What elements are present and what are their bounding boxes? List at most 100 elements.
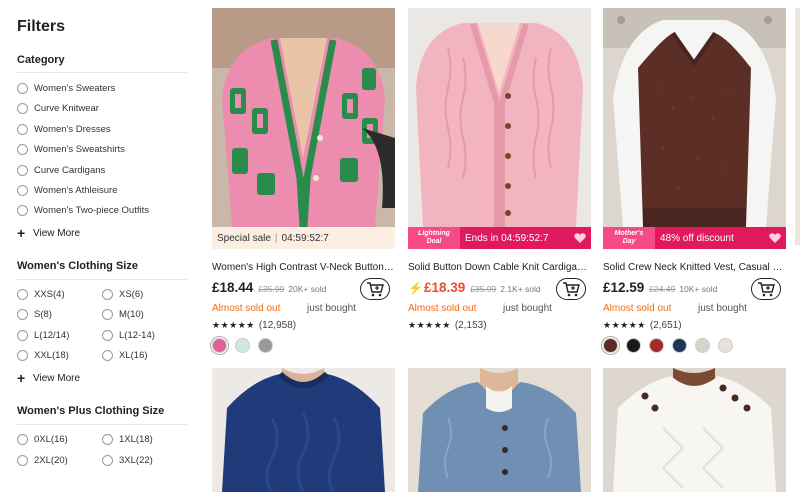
add-to-cart-button[interactable]: [360, 278, 390, 300]
product-image[interactable]: [603, 368, 786, 492]
category-option[interactable]: Women's Sweatshirts: [17, 142, 125, 156]
color-swatch[interactable]: [235, 338, 250, 353]
category-view-more[interactable]: + View More: [17, 226, 80, 240]
review-count: (2,153): [454, 320, 487, 331]
almost-sold-out: Almost sold out: [603, 303, 672, 314]
radio-icon[interactable]: [17, 454, 28, 466]
product-card[interactable]: Mother's Day 48% off discount Solid Crew …: [603, 8, 786, 353]
size-option[interactable]: XXL(18): [17, 348, 69, 362]
banner-label: Special sale: [217, 232, 271, 244]
size-option[interactable]: L(12-14): [102, 328, 155, 342]
add-to-cart-button[interactable]: [556, 278, 586, 300]
product-card[interactable]: [408, 368, 591, 492]
plus-size-option[interactable]: 2XL(20): [17, 453, 68, 467]
clothing-size-title: Women's Clothing Size: [17, 260, 138, 272]
product-price: £12.59: [603, 280, 645, 295]
radio-icon[interactable]: [17, 164, 28, 176]
radio-icon[interactable]: [17, 288, 28, 300]
plus-icon: +: [17, 370, 26, 386]
radio-icon[interactable]: [102, 349, 113, 361]
just-bought: just bought: [698, 303, 747, 314]
lightning-deal-badge: Lightning Deal: [408, 227, 460, 249]
divider: [17, 424, 187, 425]
radio-icon[interactable]: [17, 204, 28, 216]
countdown-timer: 04:59:52:7: [281, 232, 329, 244]
color-swatch[interactable]: [649, 338, 664, 353]
product-card[interactable]: [212, 368, 395, 492]
category-option[interactable]: Women's Two-piece Outfits: [17, 203, 149, 217]
divider: [17, 72, 187, 73]
product-image-partial[interactable]: [795, 8, 800, 245]
banner-label: Ends in 04:59:52:7: [465, 232, 549, 244]
size-option[interactable]: M(10): [102, 307, 144, 321]
category-option[interactable]: Curve Cardigans: [17, 163, 105, 177]
color-swatch[interactable]: [212, 338, 227, 353]
color-swatch[interactable]: [718, 338, 733, 353]
product-title[interactable]: Solid Button Down Cable Knit Cardigan, C…: [408, 262, 591, 273]
stars-icon: ★★★★★: [212, 320, 255, 330]
rating: ★★★★★ (2,651): [603, 320, 682, 331]
lightning-deal-banner: Lightning Deal Ends in 04:59:52:7: [408, 227, 591, 249]
radio-icon[interactable]: [102, 329, 113, 341]
original-price: £24.49: [649, 284, 676, 294]
size-option[interactable]: XS(6): [102, 287, 143, 301]
sold-count: 20K+ sold: [288, 284, 327, 294]
plus-size-title: Women's Plus Clothing Size: [17, 405, 165, 417]
radio-icon[interactable]: [17, 349, 28, 361]
category-option[interactable]: Women's Athleisure: [17, 183, 117, 197]
radio-icon[interactable]: [102, 288, 113, 300]
rating: ★★★★★ (2,153): [408, 320, 487, 331]
product-image[interactable]: [212, 8, 395, 227]
product-image[interactable]: [408, 368, 591, 492]
just-bought: just bought: [503, 303, 552, 314]
radio-icon[interactable]: [102, 433, 113, 445]
product-price: £18.44: [212, 280, 254, 295]
product-title[interactable]: Women's High Contrast V-Neck Button Card…: [212, 262, 395, 273]
cart-icon: [367, 282, 384, 297]
product-card[interactable]: Lightning Deal Ends in 04:59:52:7 Solid B…: [408, 8, 591, 353]
radio-icon[interactable]: [17, 143, 28, 155]
color-swatch[interactable]: [603, 338, 618, 353]
product-image[interactable]: [212, 368, 395, 492]
radio-icon[interactable]: [17, 433, 28, 445]
cart-icon: [758, 282, 775, 297]
product-card[interactable]: Special sale | 04:59:52:7 Women's High C…: [212, 8, 395, 353]
radio-icon[interactable]: [17, 329, 28, 341]
radio-icon[interactable]: [102, 308, 113, 320]
plus-size-option[interactable]: 0XL(16): [17, 432, 68, 446]
color-swatch[interactable]: [626, 338, 641, 353]
filters-sidebar: Filters Category Women's Sweaters Curve …: [0, 0, 200, 492]
radio-icon[interactable]: [17, 82, 28, 94]
plus-size-option[interactable]: 1XL(18): [102, 432, 153, 446]
product-image[interactable]: [603, 8, 786, 227]
size-option[interactable]: L(12/14): [17, 328, 69, 342]
category-option[interactable]: Women's Dresses: [17, 122, 111, 136]
lightning-icon: ⚡: [408, 281, 423, 295]
add-to-cart-button[interactable]: [751, 278, 781, 300]
radio-icon[interactable]: [17, 123, 28, 135]
product-image[interactable]: [408, 8, 591, 227]
size-view-more[interactable]: + View More: [17, 370, 80, 386]
heart-icon: [574, 233, 586, 243]
category-option[interactable]: Women's Sweaters: [17, 81, 115, 95]
category-option[interactable]: Curve Knitwear: [17, 101, 99, 115]
heart-icon: [769, 233, 781, 243]
size-option[interactable]: XL(16): [102, 348, 148, 362]
sold-count: 2.1K+ sold: [500, 284, 541, 294]
stars-icon: ★★★★★: [603, 320, 646, 330]
product-card[interactable]: [603, 368, 786, 492]
color-swatch[interactable]: [695, 338, 710, 353]
radio-icon[interactable]: [17, 308, 28, 320]
radio-icon[interactable]: [17, 102, 28, 114]
color-swatch[interactable]: [258, 338, 273, 353]
size-option[interactable]: S(8): [17, 307, 52, 321]
radio-icon[interactable]: [17, 184, 28, 196]
plus-size-option[interactable]: 3XL(22): [102, 453, 153, 467]
just-bought: just bought: [307, 303, 356, 314]
size-option[interactable]: XXS(4): [17, 287, 65, 301]
radio-icon[interactable]: [102, 454, 113, 466]
product-title[interactable]: Solid Crew Neck Knitted Vest, Casual Sle…: [603, 262, 786, 273]
color-swatches: [212, 338, 281, 353]
mothers-day-badge: Mother's Day: [603, 227, 655, 249]
color-swatch[interactable]: [672, 338, 687, 353]
